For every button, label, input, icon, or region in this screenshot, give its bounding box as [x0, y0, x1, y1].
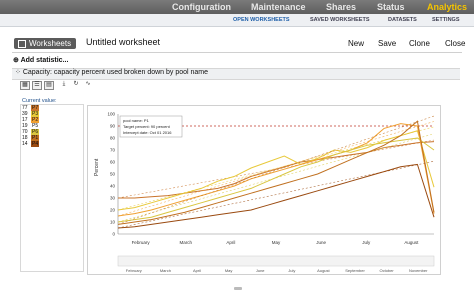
add-statistic-link[interactable]: ⊕ Add statistic...	[13, 56, 68, 64]
y-tick-label: 90	[110, 124, 116, 129]
resize-handle[interactable]	[234, 287, 242, 290]
y-tick-label: 50	[110, 172, 116, 177]
expand-icon: ⊕	[13, 57, 21, 64]
y-tick-label: 10	[110, 220, 116, 225]
statistic-title: ⁘ Capacity: capacity percent used broken…	[15, 68, 208, 78]
x-tick-label: July	[362, 240, 371, 245]
overview-strip	[117, 255, 435, 267]
overview-label: November	[409, 268, 428, 273]
overview-label: October	[379, 268, 394, 273]
save-button[interactable]: Save	[378, 39, 396, 48]
nav-status[interactable]: Status	[377, 0, 405, 14]
trend-line	[117, 126, 435, 211]
menu-toggle-icon	[18, 39, 26, 48]
y-tick-label: 80	[110, 136, 116, 141]
x-tick-label: June	[316, 240, 326, 245]
new-button[interactable]: New	[348, 39, 364, 48]
x-tick-label: March	[179, 240, 192, 245]
download-icon[interactable]: ⤓	[60, 81, 68, 88]
subnav-saved-worksheets[interactable]: SAVED WORKSHEETS	[310, 14, 370, 26]
overview-label: February	[126, 268, 142, 273]
line-chart[interactable]: 0 10 20 30 40 50 60 70 80 90 100 Percent February Mar…	[88, 106, 440, 274]
drag-handle-icon[interactable]: ⁘	[15, 69, 23, 76]
y-tick-label: 40	[110, 184, 116, 189]
series-line	[117, 123, 435, 217]
tooltip-line: pool name: P1	[123, 118, 150, 123]
list-view-icon[interactable]: ☰	[32, 81, 42, 90]
overview-label: May	[225, 268, 233, 273]
overview-label: September	[345, 268, 365, 273]
chart-panel: 0 10 20 30 40 50 60 70 80 90 100 Percent February Mar…	[87, 105, 441, 275]
table-view-icon[interactable]: ▦	[20, 81, 30, 90]
overview-label: April	[193, 268, 201, 273]
overview-label: June	[256, 268, 265, 273]
clone-button[interactable]: Clone	[409, 39, 430, 48]
x-tick-label: February	[132, 240, 151, 245]
worksheets-button-label: Worksheets	[29, 39, 72, 48]
nav-analytics[interactable]: Analytics	[427, 0, 467, 14]
tooltip-line: Intercept date: Oct 01 2016	[123, 130, 172, 135]
y-tick-label: 30	[110, 196, 116, 201]
overview-label: August	[317, 268, 330, 273]
overview-label: July	[288, 268, 295, 273]
legend-pool-swatch: P4	[31, 141, 40, 147]
nav-maintenance[interactable]: Maintenance	[251, 0, 306, 14]
nav-configuration[interactable]: Configuration	[172, 0, 231, 14]
divider	[12, 52, 462, 53]
add-statistic-label: Add statistic...	[20, 57, 69, 64]
tooltip-line: Target percent: 90 percent	[123, 124, 171, 129]
legend-row[interactable]: 14 P4	[22, 141, 82, 147]
statistic-title-text: Capacity: capacity percent used broken d…	[22, 69, 209, 76]
y-tick-label: 100	[107, 112, 115, 117]
series-line	[117, 137, 435, 223]
nav-shares[interactable]: Shares	[326, 0, 356, 14]
y-axis-label: Percent	[94, 158, 100, 176]
y-tick-label: 60	[110, 160, 116, 165]
close-button[interactable]: Close	[445, 39, 465, 48]
worksheet-title[interactable]: Untitled worksheet	[86, 37, 160, 47]
overview-label: March	[160, 268, 171, 273]
trend-line	[117, 133, 435, 223]
x-tick-label: April	[226, 240, 235, 245]
worksheets-menu-button[interactable]: Worksheets	[14, 38, 76, 49]
subnav-datasets[interactable]: DATASETS	[388, 14, 417, 26]
subnav-settings[interactable]: SETTINGS	[432, 14, 460, 26]
legend-value: 14	[22, 141, 28, 147]
refresh-icon[interactable]: ↻	[72, 81, 80, 88]
x-tick-label: May	[272, 240, 281, 245]
trend-icon[interactable]: ∿	[84, 81, 92, 88]
y-tick-label: 70	[110, 148, 116, 153]
x-tick-label: August	[404, 240, 419, 245]
y-tick-label: 0	[112, 232, 115, 237]
subnav-open-worksheets[interactable]: OPEN WORKSHEETS	[233, 14, 290, 26]
y-tick-label: 20	[110, 208, 116, 213]
grid-view-icon[interactable]: ▤	[44, 81, 54, 90]
